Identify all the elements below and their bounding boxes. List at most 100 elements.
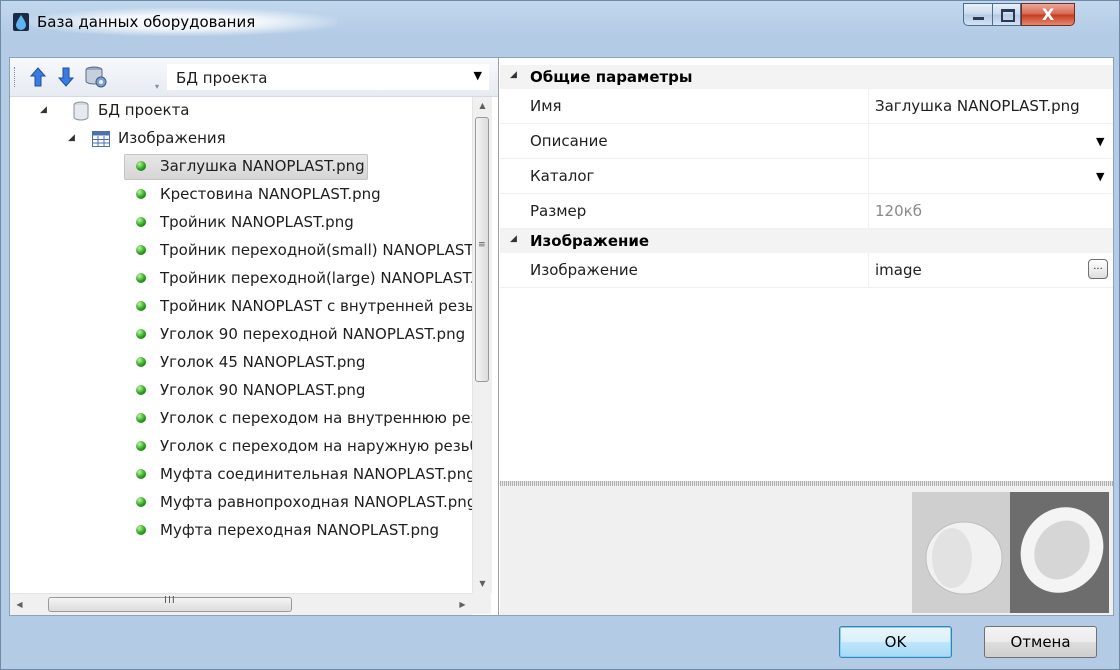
tree-item[interactable]: Тройник NANOPLAST с внутренней резьбой.p… [10,293,472,321]
database-settings-button[interactable] [83,65,107,89]
tree-view[interactable]: ◢ БД проекта ◢ Изображения Заглушка NANO… [10,97,472,593]
tree-item[interactable]: Уголок 90 NANOPLAST.png [10,377,472,405]
green-dot-icon [136,413,146,423]
chevron-down-icon: ▼ [473,69,482,82]
tree-node-label: БД проекта [98,101,190,119]
property-label: Имя [530,97,562,115]
browse-image-button[interactable]: ... [1088,259,1108,279]
horizontal-scroll-thumb[interactable]: III [48,595,292,612]
collapse-icon[interactable]: ◢ [68,133,75,143]
tree-item[interactable]: Муфта переходная NANOPLAST.png [10,517,472,545]
scroll-right-icon[interactable]: ▶ [453,594,472,615]
property-value: 120кб [875,202,922,220]
green-dot-icon [136,273,146,283]
close-icon: X [1041,5,1055,24]
green-dot-icon [136,189,146,199]
scroll-up-icon[interactable]: ▲ [473,97,492,115]
green-dot-icon [136,469,146,479]
property-value[interactable]: image [875,261,1100,279]
database-select[interactable]: БД проекта ▼ [167,64,489,90]
chevron-down-icon[interactable]: ▼ [1096,170,1104,183]
tree-item[interactable]: Крестовина NANOPLAST.png [10,181,472,209]
category-image[interactable]: ◢ Изображение [500,229,1113,253]
tree-node-root[interactable]: ◢ БД проекта [10,97,472,125]
tree-item[interactable]: Муфта соединительная NANOPLAST.png [10,461,472,489]
tree-item-label: Тройник переходной(small) NANOPLAST.png [160,241,472,259]
toolbar-overflow-icon[interactable]: ▾ [155,82,159,91]
property-label: Размер [530,202,587,220]
arrow-up-icon [30,67,46,87]
property-name[interactable]: Имя Заглушка NANOPLAST.png [500,89,1113,124]
tree-item[interactable]: Тройник переходной(large) NANOPLAST.png [10,265,472,293]
window-title: База данных оборудования [37,13,256,31]
close-button[interactable]: X [1021,3,1075,26]
tree-item-label: Крестовина NANOPLAST.png [160,185,381,203]
property-grid: ◢ Общие параметры Имя Заглушка NANOPLAST… [500,58,1113,481]
tree-node-table[interactable]: ◢ Изображения [10,125,472,153]
tree-item[interactable]: Тройник NANOPLAST.png [10,209,472,237]
app-drop-icon [13,13,29,31]
scroll-down-icon[interactable]: ▼ [473,575,492,593]
green-dot-icon [136,385,146,395]
tree-item[interactable]: Тройник переходной(small) NANOPLAST.png [10,237,472,265]
tree-item-label: Муфта соединительная NANOPLAST.png [160,465,472,483]
collapse-icon[interactable]: ◢ [510,234,517,244]
tree-item-label: Муфта переходная NANOPLAST.png [160,521,440,539]
tree-horizontal-scrollbar[interactable]: ◀ III ▶ [10,593,472,615]
maximize-button[interactable] [993,3,1021,26]
tree-item[interactable]: Уголок 45 NANOPLAST.png [10,349,472,377]
title-bar[interactable]: База данных оборудования X [1,1,1119,41]
tree-item[interactable]: Заглушка NANOPLAST.png [10,153,472,181]
move-down-button[interactable] [54,65,78,89]
green-dot-icon [136,245,146,255]
collapse-icon[interactable]: ◢ [40,105,47,115]
cancel-button[interactable]: Отмена [984,626,1097,658]
tree-item[interactable]: Уголок с переходом на наружную резьбу.pn… [10,433,472,461]
tree-item-label: Уголок 90 переходной NANOPLAST.png [160,325,466,343]
move-up-button[interactable] [26,65,50,89]
property-image[interactable]: Изображение image ... [500,253,1113,288]
green-dot-icon [136,357,146,367]
green-dot-icon [136,217,146,227]
tree-item[interactable]: Уголок 90 переходной NANOPLAST.png [10,321,472,349]
tree-item-label: Уголок 90 NANOPLAST.png [160,381,366,399]
minimize-icon [973,17,984,20]
maximize-icon [1001,9,1015,22]
vertical-scroll-thumb[interactable]: ≡ [475,117,489,382]
chevron-down-icon[interactable]: ▼ [1096,135,1104,148]
client-area: ▾ БД проекта ▼ ◢ БД проекта ◢ Изображени… [9,57,1114,616]
tree-item-label: Тройник NANOPLAST.png [160,213,354,231]
property-size: Размер 120кб [500,194,1113,229]
tree-item[interactable]: Муфта равнопроходная NANOPLAST.png [10,489,472,517]
collapse-icon[interactable]: ◢ [510,70,517,80]
ok-button[interactable]: OK [839,626,952,658]
property-value[interactable]: Заглушка NANOPLAST.png [875,97,1100,115]
scroll-left-icon[interactable]: ◀ [10,594,29,615]
image-preview-panel [500,486,1113,615]
property-description[interactable]: Описание ▼ [500,124,1113,159]
tree-item-label: Уголок с переходом на наружную резьбу.pn… [160,437,472,455]
green-dot-icon [136,497,146,507]
equipment-db-window: База данных оборудования X ▾ БД проекта … [0,0,1120,670]
property-panel: ◢ Общие параметры Имя Заглушка NANOPLAST… [500,58,1113,615]
tree-item-label: Муфта равнопроходная NANOPLAST.png [160,493,472,511]
toolbar: ▾ БД проекта ▼ [10,58,498,97]
arrow-down-icon [58,67,74,87]
green-dot-icon [136,329,146,339]
minimize-button[interactable] [963,3,993,26]
green-dot-icon [136,441,146,451]
green-dot-icon [136,301,146,311]
tree-item-label: Уголок с переходом на внутреннюю резьбу.… [160,409,472,427]
tree-vertical-scrollbar[interactable]: ▲ ≡ ▼ [472,97,492,593]
green-dot-icon [136,525,146,535]
category-general[interactable]: ◢ Общие параметры [500,65,1113,89]
property-label: Описание [530,132,608,150]
toolbar-grip[interactable] [14,67,18,87]
tree-item[interactable]: Уголок с переходом на внутреннюю резьбу.… [10,405,472,433]
property-label: Изображение [530,261,638,279]
property-catalog[interactable]: Каталог ▼ [500,159,1113,194]
image-preview [912,492,1109,613]
category-label: Изображение [530,232,650,250]
tree-item-label: Уголок 45 NANOPLAST.png [160,353,366,371]
tree-item-label: Тройник NANOPLAST с внутренней резьбой.p… [160,297,472,315]
